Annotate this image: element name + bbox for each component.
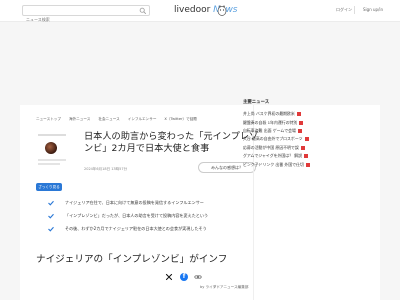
- list-item[interactable]: 井上尚 バスケ界初の最期欧米: [243, 110, 353, 118]
- article-source: by ライブドアニュース編集部: [200, 285, 249, 289]
- new-badge: [304, 137, 309, 142]
- check-icon: [48, 200, 54, 206]
- check-icon: [48, 213, 54, 219]
- list-item: 「インプレゾンビ」だったが、日本人の助言を受けて投稿内容を変えたという: [48, 211, 263, 224]
- article-thumbnail[interactable]: [36, 132, 68, 172]
- new-badge: [305, 162, 310, 167]
- list-item: ナイジェリア在住で、日本に向けて無意の投稿を発信するインフルエンサー: [48, 198, 263, 211]
- summary-point: ナイジェリア在住で、日本に向けて無意の投稿を発信するインフルエンサー: [65, 200, 204, 205]
- mascot-icon: [217, 5, 227, 16]
- login-link[interactable]: ログイン: [336, 7, 352, 13]
- logo-main: livedoor: [174, 5, 211, 15]
- list-item[interactable]: 応募の活動が中国 原因不明で誤: [243, 144, 353, 152]
- list-item[interactable]: 鍵盤奏の自殺 1年内運行の特別: [243, 118, 353, 126]
- breadcrumb-item[interactable]: ニューストップ: [36, 117, 61, 122]
- breadcrumb-item[interactable]: インフルエンサー: [128, 117, 157, 122]
- list-item[interactable]: グアムでジャイグを外国は？ 解説: [243, 152, 353, 160]
- breadcrumb: ニューストップ 海外ニュース 社会ニュース インフルエンサー X（Twitter…: [36, 117, 197, 122]
- sidebar-title: 主要ニュース: [243, 100, 270, 105]
- breadcrumb-item[interactable]: X（Twitter）で話題: [164, 117, 196, 122]
- facebook-share-icon[interactable]: f: [180, 273, 188, 281]
- summary-tag: ざっくり見る: [36, 183, 62, 191]
- search-icon[interactable]: [139, 7, 147, 15]
- site-logo[interactable]: livedoor News: [174, 5, 238, 15]
- article-title: 日本人の助言から変わった「元インプレゾンビ」2カ月で日本大使と食事: [84, 131, 259, 154]
- summary-point: その後、わずか2カ月でナイジェリア駐在の日本大使との会食が実現したそう: [65, 226, 207, 231]
- minds-button-label: みんなの感想は？: [211, 164, 243, 170]
- new-badge: [300, 145, 305, 150]
- new-badge: [304, 154, 309, 159]
- profile-photo: [45, 142, 57, 154]
- new-badge: [299, 120, 304, 125]
- list-item[interactable]: ピンク子ドリンク 出番 外国で仕切: [243, 160, 353, 168]
- top-news-list: 井上尚 バスケ界初の最期欧米 鍵盤奏の自殺 1年内運行の特別 自転車盗難 出面 …: [243, 110, 353, 169]
- list-item[interactable]: 大谷 最高の自由外でプロスポーツ: [243, 135, 353, 143]
- sidebar-top-news: 主要ニュース 井上尚 バスケ界初の最期欧米 鍵盤奏の自殺 1年内運行の特別 自転…: [243, 99, 353, 169]
- new-badge: [297, 128, 302, 133]
- summary-tag-label: ざっくり見る: [38, 184, 60, 189]
- x-share-icon[interactable]: [165, 273, 173, 281]
- link-share-icon[interactable]: [194, 273, 202, 281]
- list-item: その後、わずか2カ月でナイジェリア駐在の日本大使との会食が実現したそう: [48, 224, 263, 237]
- ad-space: [0, 22, 400, 105]
- check-icon: [48, 226, 54, 232]
- summary-points: ナイジェリア在住で、日本に向けて無意の投稿を発信するインフルエンサー 「インプレ…: [48, 198, 263, 237]
- register-link[interactable]: Sign up/in: [363, 7, 383, 12]
- list-item[interactable]: 自転車盗難 出面 ゲームで会場: [243, 127, 353, 135]
- article-subheading: ナイジェリアの「インプレゾンビ」がインフ: [36, 254, 228, 265]
- header-divider: [354, 6, 355, 14]
- new-badge: [296, 112, 301, 117]
- article-date: 2024年6月18日 13時57分: [84, 167, 128, 171]
- search-box[interactable]: [22, 5, 150, 24]
- breadcrumb-item[interactable]: 海外ニュース: [69, 117, 90, 122]
- summary-point: 「インプレゾンビ」だったが、日本人の助言を受けて投稿内容を変えたという: [65, 213, 209, 218]
- breadcrumb-item[interactable]: 社会ニュース: [98, 117, 119, 122]
- top-bar: livedoor News ログイン Sign up/in: [0, 0, 400, 24]
